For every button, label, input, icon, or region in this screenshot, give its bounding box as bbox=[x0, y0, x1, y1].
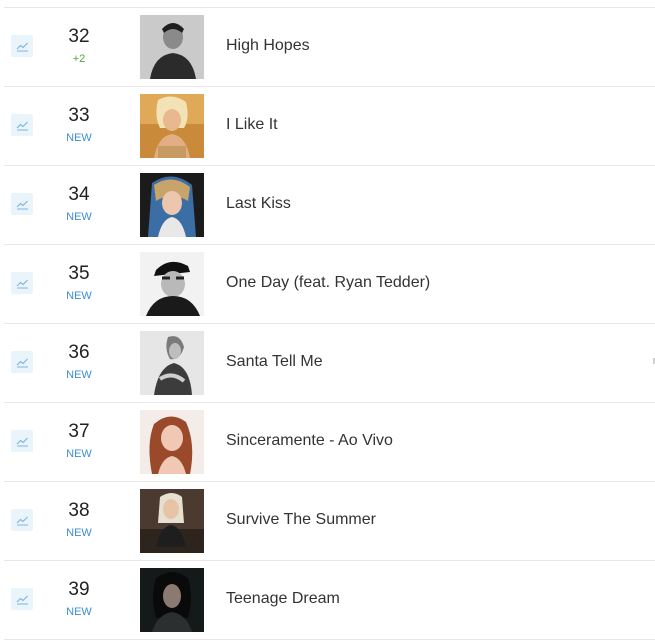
chart-row: 38 NEW Survive The Summer bbox=[4, 482, 655, 561]
album-cover-image bbox=[140, 15, 204, 79]
trend-chart-button[interactable] bbox=[11, 114, 33, 136]
trend-chart-icon bbox=[16, 121, 28, 130]
album-cover-image bbox=[140, 410, 204, 474]
chart-row: 33 NEW I Like It bbox=[4, 87, 655, 166]
rank-number: 33 bbox=[68, 105, 90, 126]
album-cover[interactable] bbox=[140, 252, 204, 316]
chart-row: 35 NEW One Day (feat. Ryan Tedder) bbox=[4, 245, 655, 324]
rank-number: 37 bbox=[68, 421, 90, 442]
rank-change-badge: NEW bbox=[66, 527, 92, 539]
trend-chart-icon bbox=[16, 200, 28, 209]
song-title[interactable]: One Day (feat. Ryan Tedder) bbox=[226, 274, 430, 292]
album-cover-image bbox=[140, 173, 204, 237]
album-cover[interactable] bbox=[140, 489, 204, 553]
song-title[interactable]: High Hopes bbox=[226, 37, 310, 55]
chart-row: 37 NEW Sinceramente - Ao Vivo bbox=[4, 403, 655, 482]
trend-chart-icon bbox=[16, 358, 28, 367]
rank-number: 36 bbox=[68, 342, 90, 363]
trend-chart-button[interactable] bbox=[11, 430, 33, 452]
trend-chart-icon bbox=[16, 437, 28, 446]
song-title[interactable]: Santa Tell Me bbox=[226, 353, 323, 371]
trend-chart-button[interactable] bbox=[11, 509, 33, 531]
rank-block: 33 NEW bbox=[54, 105, 104, 145]
album-cover-image bbox=[140, 489, 204, 553]
trend-chart-button[interactable] bbox=[11, 272, 33, 294]
rank-block: 37 NEW bbox=[54, 421, 104, 461]
trend-chart-icon bbox=[16, 516, 28, 525]
rank-block: 35 NEW bbox=[54, 263, 104, 303]
album-cover-image bbox=[140, 568, 204, 632]
song-title[interactable]: Last Kiss bbox=[226, 195, 291, 213]
rank-block: 32 +2 bbox=[54, 26, 104, 66]
song-title[interactable]: Survive The Summer bbox=[226, 511, 376, 529]
rank-block: 38 NEW bbox=[54, 500, 104, 540]
rank-change-badge: NEW bbox=[66, 448, 92, 460]
rank-change-badge: NEW bbox=[66, 369, 92, 381]
rank-number: 32 bbox=[68, 26, 90, 47]
album-cover[interactable] bbox=[140, 94, 204, 158]
trend-chart-icon bbox=[16, 42, 28, 51]
album-cover[interactable] bbox=[140, 15, 204, 79]
trend-chart-button[interactable] bbox=[11, 588, 33, 610]
trend-chart-button[interactable] bbox=[11, 193, 33, 215]
rank-change-badge: NEW bbox=[66, 132, 92, 144]
rank-change-badge: NEW bbox=[66, 211, 92, 223]
trend-chart-button[interactable] bbox=[11, 35, 33, 57]
chart-row: 39 NEW Teenage Dream bbox=[4, 561, 655, 640]
chart-row: 34 NEW Last Kiss bbox=[4, 166, 655, 245]
album-cover[interactable] bbox=[140, 331, 204, 395]
rank-block: 34 NEW bbox=[54, 184, 104, 224]
rank-block: 36 NEW bbox=[54, 342, 104, 382]
chart-row: 32 +2 High Hopes bbox=[4, 8, 655, 87]
rank-number: 35 bbox=[68, 263, 90, 284]
album-cover[interactable] bbox=[140, 173, 204, 237]
song-title[interactable]: I Like It bbox=[226, 116, 278, 134]
rank-change-badge: NEW bbox=[66, 606, 92, 618]
song-title[interactable]: Sinceramente - Ao Vivo bbox=[226, 432, 393, 450]
chart-row: 36 NEW Santa Tell Me bbox=[4, 324, 655, 403]
rank-number: 38 bbox=[68, 500, 90, 521]
album-cover-image bbox=[140, 94, 204, 158]
song-title[interactable]: Teenage Dream bbox=[226, 590, 340, 608]
album-cover[interactable] bbox=[140, 568, 204, 632]
trend-chart-button[interactable] bbox=[11, 351, 33, 373]
trend-chart-icon bbox=[16, 595, 28, 604]
album-cover-image bbox=[140, 252, 204, 316]
rank-number: 39 bbox=[68, 579, 90, 600]
rank-number: 34 bbox=[68, 184, 90, 205]
rank-block: 39 NEW bbox=[54, 579, 104, 619]
trend-chart-icon bbox=[16, 279, 28, 288]
rank-change-badge: +2 bbox=[72, 53, 86, 65]
album-cover[interactable] bbox=[140, 410, 204, 474]
album-cover-image bbox=[140, 331, 204, 395]
rank-change-badge: NEW bbox=[66, 290, 92, 302]
chart-list: 32 +2 High Hopes 33 NEW I Like It 34 NEW… bbox=[4, 7, 655, 640]
